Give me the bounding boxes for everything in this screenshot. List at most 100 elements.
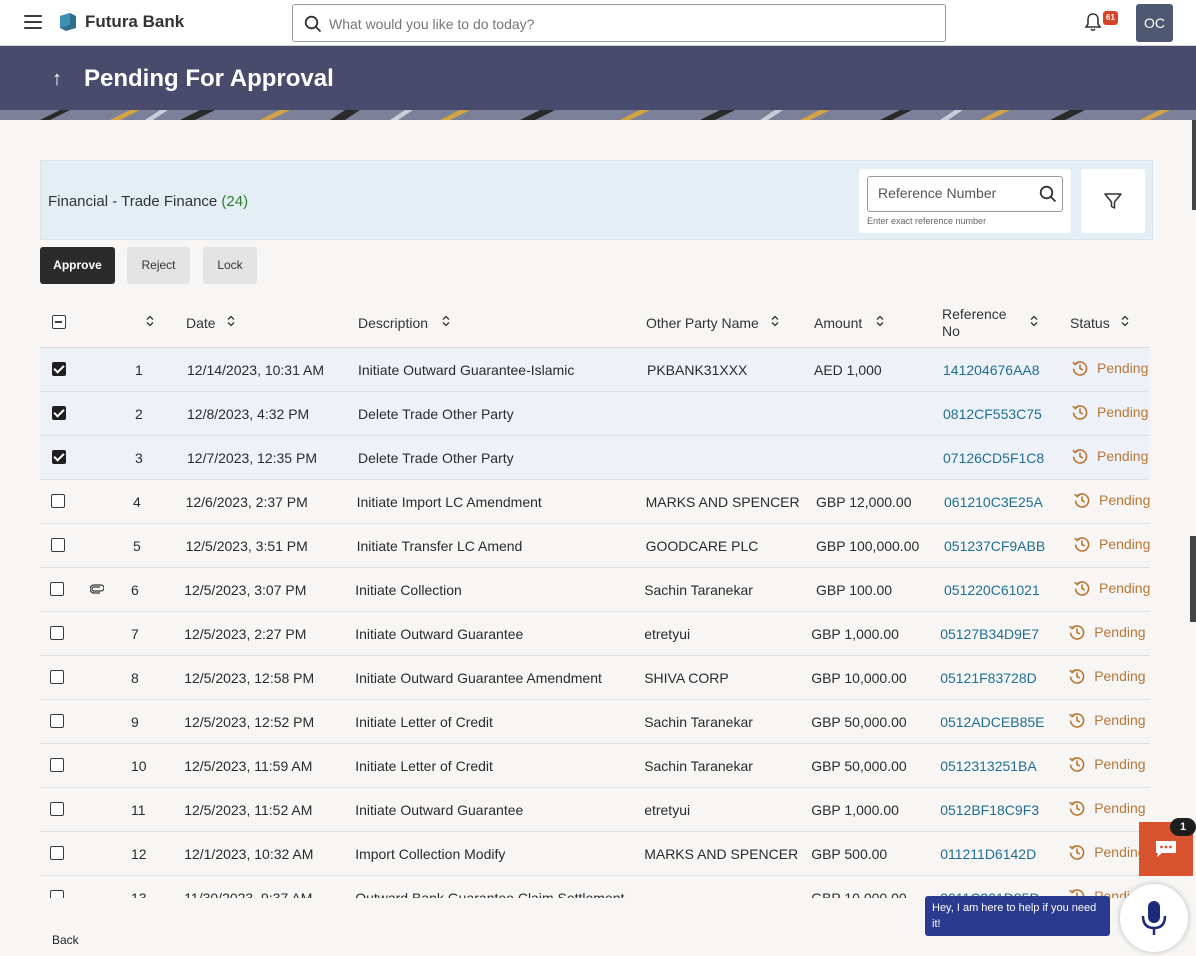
pending-clock-icon [1073,535,1091,556]
row-other-party: MARKS AND SPENCER [645,494,800,510]
row-amount: GBP 10,000.00 [811,890,907,898]
row-date: 12/5/2023, 3:07 PM [184,582,307,598]
row-checkbox[interactable] [50,626,64,640]
row-reference-link[interactable]: 0512BF18C9F3 [940,802,1039,818]
pending-clock-icon [1068,755,1086,776]
table-row[interactable]: 3 12/7/2023, 12:35 PM Delete Trade Other P… [40,436,1150,480]
reject-button[interactable]: Reject [127,247,190,284]
table-row[interactable]: 5 12/5/2023, 3:51 PM Initiate Transfer LC … [40,524,1150,568]
table-row[interactable]: 6 12/5/2023, 3:07 PM Initiate Collection Sa… [40,568,1150,612]
row-reference-link[interactable]: 0512ADCEB85E [940,714,1044,730]
row-checkbox[interactable] [50,582,64,596]
row-checkbox[interactable] [50,714,64,728]
filter-button[interactable] [1081,169,1145,233]
select-all-checkbox[interactable] [52,315,66,329]
row-reference-link[interactable]: 05127B34D9E7 [940,626,1039,642]
row-checkbox[interactable] [50,758,64,772]
bell-icon[interactable] [1084,12,1102,32]
sort-icon[interactable] [442,315,450,327]
row-date: 12/14/2023, 10:31 AM [187,362,324,378]
table-row[interactable]: 10 12/5/2023, 11:59 AM Initiate Letter of … [40,744,1150,788]
row-other-party: etretyui [644,802,691,818]
row-reference-link[interactable]: 141204676AA8 [943,362,1040,378]
table-row[interactable]: 7 12/5/2023, 2:27 PM Initiate Outward Guar… [40,612,1150,656]
column-amount: Amount [814,315,863,331]
row-checkbox[interactable] [50,670,64,684]
row-checkbox[interactable] [51,538,65,552]
row-reference-link[interactable]: 0512313251BA [940,758,1037,774]
search-input[interactable] [329,13,919,35]
row-description: Initiate Outward Guarantee-Islamic [358,362,575,378]
row-reference-link[interactable]: 05121F83728D [940,670,1037,686]
brand-name: Futura Bank [85,12,185,31]
row-amount: AED 1,000 [814,362,882,378]
search-icon [304,15,322,33]
reference-input[interactable] [878,185,1028,201]
table-row[interactable]: 2 12/8/2023, 4:32 PM Delete Trade Other Pa… [40,392,1150,436]
sort-icon[interactable] [146,315,154,327]
back-link[interactable]: Back [52,933,79,947]
row-reference-link[interactable]: 07126CD5F1C8 [943,450,1044,466]
sort-icon[interactable] [1030,315,1038,327]
attachment-icon[interactable] [89,581,105,597]
row-amount: GBP 10,000.00 [811,670,907,686]
up-arrow-icon[interactable]: ↑ [52,68,62,91]
row-checkbox[interactable] [50,802,64,816]
lock-button[interactable]: Lock [203,247,257,284]
column-reference: Reference No [942,306,1007,339]
page-scrollbar[interactable] [1192,120,1196,210]
table-row[interactable]: 11 12/5/2023, 11:52 AM Initiate Outward Gu… [40,788,1150,832]
row-checkbox[interactable] [52,406,66,420]
row-description: Delete Trade Other Party [358,450,514,466]
row-number: 12 [131,846,147,862]
table-row[interactable]: 4 12/6/2023, 2:37 PM Initiate Import LC Am… [40,480,1150,524]
row-description: Delete Trade Other Party [358,406,514,422]
row-checkbox[interactable] [51,494,65,508]
sort-icon[interactable] [227,315,235,327]
row-checkbox[interactable] [52,450,66,464]
page-scrollbar-thumb[interactable] [1190,536,1196,622]
row-reference-link[interactable]: 051237CF9ABB [944,538,1045,554]
row-number: 3 [135,450,143,466]
chat-badge: 1 [1170,818,1196,836]
row-number: 2 [135,406,143,422]
row-status: Pending [1099,580,1150,596]
sort-icon[interactable] [1121,315,1129,327]
row-description: Initiate Import LC Amendment [356,494,542,510]
row-date: 11/30/2023, 9:37 AM [184,890,313,898]
section-count: (24) [221,193,249,210]
row-checkbox[interactable] [52,362,66,376]
table-row[interactable]: 13 11/30/2023, 9:37 AM Outward Bank Guaran… [40,876,1150,898]
row-status: Pending [1094,712,1146,728]
pending-clock-icon [1073,579,1091,600]
microphone-icon [1141,901,1167,935]
row-reference-link[interactable]: 011211D6142D [940,846,1036,862]
user-avatar[interactable]: OC [1136,4,1173,42]
pending-clock-icon [1068,799,1086,820]
row-status: Pending [1094,668,1146,684]
bank-logo-icon [60,13,76,31]
table-row[interactable]: 9 12/5/2023, 12:52 PM Initiate Letter of C… [40,700,1150,744]
global-search[interactable] [292,4,946,42]
row-checkbox[interactable] [50,890,64,898]
row-reference-link[interactable]: 0812CF553C75 [943,406,1042,422]
row-reference-link[interactable]: 051220C61021 [944,582,1040,598]
pending-clock-icon [1068,843,1086,864]
row-checkbox[interactable] [50,846,64,860]
row-date: 12/5/2023, 3:51 PM [185,538,308,554]
sort-icon[interactable] [771,315,779,327]
row-other-party: MARKS AND SPENCER [644,846,799,862]
approve-button[interactable]: Approve [40,247,115,284]
row-amount: GBP 1,000.00 [811,802,899,818]
voice-assistant-button[interactable] [1120,884,1188,952]
row-reference-link[interactable]: 061210C3E25A [944,494,1043,510]
table-row[interactable]: 1 12/14/2023, 10:31 AM Initiate Outward Gu… [40,348,1150,392]
reference-field[interactable] [867,176,1063,212]
sort-icon[interactable] [876,315,884,327]
row-number: 8 [131,670,139,686]
search-icon[interactable] [1039,185,1057,203]
row-date: 12/6/2023, 2:37 PM [185,494,308,510]
menu-icon[interactable] [24,15,42,29]
table-row[interactable]: 8 12/5/2023, 12:58 PM Initiate Outward Gua… [40,656,1150,700]
table-row[interactable]: 12 12/1/2023, 10:32 AM Import Collection M… [40,832,1150,876]
